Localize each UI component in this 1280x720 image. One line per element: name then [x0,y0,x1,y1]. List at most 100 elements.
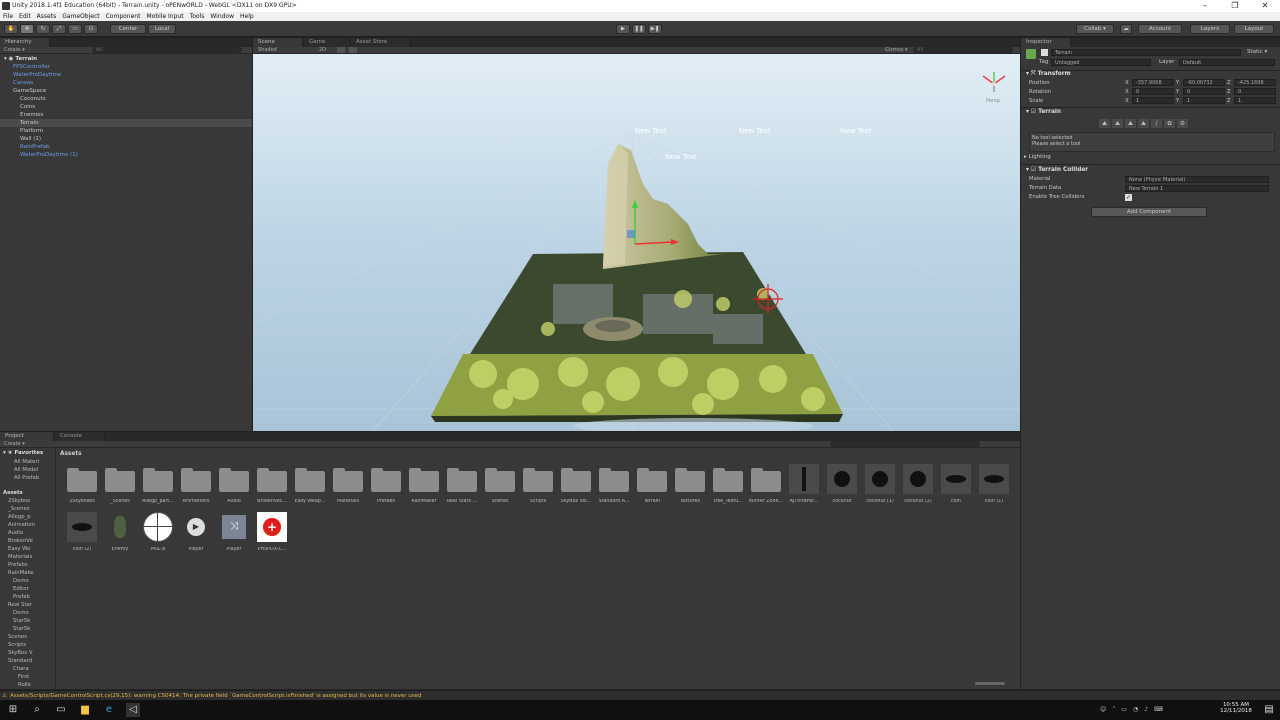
terrain-settings-icon[interactable]: ⚙ [1177,119,1188,128]
asset-item[interactable]: MSL-8 [139,512,177,560]
rotate-tool-button[interactable]: ↻ [36,24,50,34]
asset-item[interactable]: Tree_Textu... [709,464,747,512]
asset-tree-item[interactable]: Assets [3,489,55,497]
asset-item[interactable]: Scenes [481,464,519,512]
asset-tree-item[interactable]: Chara [3,665,55,673]
asset-item[interactable]: RainMaker [405,464,443,512]
asset-tree-item[interactable]: Rolle [3,681,55,689]
file-explorer-icon[interactable]: ▆ [78,703,92,717]
asset-item[interactable]: Scripts [519,464,557,512]
menu-file[interactable]: File [0,12,16,21]
gizmos-dropdown[interactable]: Gizmos ▾ [885,47,908,54]
project-create-button[interactable]: Create ▾ [4,441,25,447]
scene-root-item[interactable]: ▾ ◉ Terrain [4,55,249,63]
favorite-item[interactable]: All Prefab [14,474,54,482]
hierarchy-item[interactable]: Canvas [0,79,252,87]
hierarchy-item[interactable]: WaterProDaytime [0,71,252,79]
favorite-item[interactable]: All Model [14,466,54,474]
asset-tree-item[interactable]: First [3,673,55,681]
battery-icon[interactable]: ▭ [1121,706,1127,714]
scale-tool-button[interactable]: ⤢ [52,24,66,34]
transform-x-field[interactable]: 1 [1132,97,1174,104]
asset-item[interactable]: coconut (2) [899,464,937,512]
asset-tree-item[interactable]: StarSk [3,625,55,633]
asset-item[interactable]: Real Stars ... [443,464,481,512]
asset-item[interactable]: Textures [671,464,709,512]
task-view-icon[interactable]: ▭ [54,703,68,717]
asset-tree-item[interactable]: Scripts [3,641,55,649]
asset-item[interactable]: + PHSPDX-C... [253,512,291,560]
asset-item[interactable]: coin (2) [63,512,101,560]
search-icon[interactable]: ⌕ [30,703,44,717]
asset-item[interactable]: BrokenVec... [253,464,291,512]
terrain-component-header[interactable]: ▾ ☑ Terrain [1026,109,1061,115]
transform-x-field[interactable]: 0 [1132,88,1174,95]
layout-dropdown[interactable]: Layout [1234,24,1274,34]
static-toggle[interactable]: Static ▾ [1247,49,1267,55]
audio-toggle-icon[interactable] [349,47,357,53]
step-button[interactable]: ▶❚ [648,24,662,34]
asset-item[interactable]: coin [937,464,975,512]
edge-browser-icon[interactable]: e [102,703,116,717]
paint-height-tool-icon[interactable]: ⛰ [1112,119,1123,128]
asset-item[interactable]: coconut [823,464,861,512]
hierarchy-item[interactable]: Coconuts [0,95,252,103]
pause-button[interactable]: ❚❚ [632,24,646,34]
asset-item[interactable]: Allegp_part... [139,464,177,512]
asset-tree-item[interactable]: Animation [3,521,55,529]
asset-item[interactable]: Materials [329,464,367,512]
network-icon[interactable]: ◔ [1133,706,1138,714]
hierarchy-item[interactable]: Coins [0,103,252,111]
hierarchy-item[interactable]: WaterProDaytime (1) [0,151,252,159]
favorites-header[interactable]: ▾ ★ Favorites [3,450,43,456]
transform-z-field[interactable]: 0 [1234,88,1276,95]
thumbnail-size-slider[interactable] [975,682,1005,685]
add-component-button[interactable]: Add Component [1091,207,1207,217]
asset-tree-item[interactable]: RainMake [3,569,55,577]
tab-project[interactable]: Project [0,432,54,441]
status-bar[interactable]: ⚠ Assets/Scripts/GameControlScript.cs(29… [0,690,1280,700]
asset-tree-item[interactable]: Prefab [3,593,55,601]
asset-item[interactable]: Audio [215,464,253,512]
tree-colliders-checkbox[interactable]: ✓ [1125,194,1132,201]
asset-item[interactable]: Prefabs [367,464,405,512]
asset-item[interactable]: ▶ Player [177,512,215,560]
layer-dropdown[interactable]: Default [1179,59,1275,66]
menu-edit[interactable]: Edit [16,12,34,21]
maximize-button[interactable]: ❐ [1220,0,1250,12]
asset-item[interactable]: Terrain [633,464,671,512]
terrain-collider-header[interactable]: ▾ ☑ Terrain Collider [1026,167,1088,173]
terrain-data-field[interactable]: New Terrain 1 [1125,185,1269,192]
scene-search-input[interactable]: All [913,47,1013,53]
play-button[interactable]: ▶ [616,24,630,34]
asset-item[interactable]: Winter Zone... [747,464,785,512]
breadcrumb[interactable]: Assets [60,451,82,457]
tab-console[interactable]: Console [55,432,105,441]
hierarchy-item[interactable]: RainPrefab [0,143,252,151]
asset-item[interactable]: ⤨ Player [215,512,253,560]
close-button[interactable]: ✕ [1250,0,1280,12]
hierarchy-item[interactable]: Platform [0,127,252,135]
menu-help[interactable]: Help [237,12,257,21]
favorite-item[interactable]: All Materi [14,458,54,466]
asset-tree-item[interactable]: Allegp_p [3,513,55,521]
transform-z-field[interactable]: 1 [1234,97,1276,104]
tab-scene[interactable]: Scene [253,38,303,47]
volume-icon[interactable]: ♪ [1144,706,1148,714]
raise-terrain-tool-icon[interactable]: ⛰ [1099,119,1110,128]
asset-item[interactable]: AJThirdPer... [785,464,823,512]
hierarchy-item[interactable]: FPSController [0,63,252,71]
hierarchy-item[interactable]: Enemies [0,111,252,119]
transform-header[interactable]: ▾ ⤧ Transform [1026,71,1071,78]
asset-tree-item[interactable]: 2Skybox [3,497,55,505]
asset-tree-item[interactable]: Prefabs [3,561,55,569]
transform-x-field[interactable]: -357.9068 [1132,79,1174,86]
project-search-input[interactable] [830,441,980,447]
asset-tree-item[interactable]: Scenes [3,633,55,641]
tag-dropdown[interactable]: Untagged [1051,59,1151,66]
menu-gameobject[interactable]: GameObject [59,12,102,21]
hierarchy-create-button[interactable]: Create ▾ [4,47,25,53]
asset-item[interactable]: coin (1) [975,464,1013,512]
shading-mode-dropdown[interactable]: Shaded [258,47,277,53]
asset-item[interactable]: Enemy [101,512,139,560]
